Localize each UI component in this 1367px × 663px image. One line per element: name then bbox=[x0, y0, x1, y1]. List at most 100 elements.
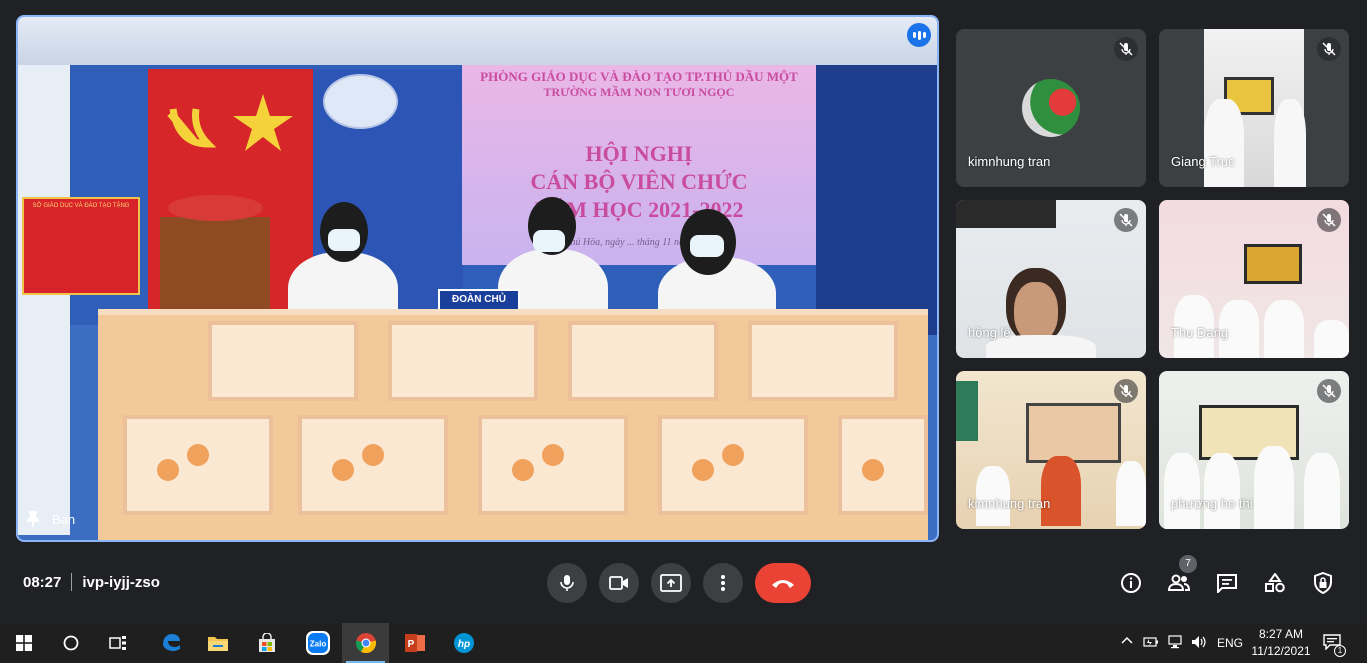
powerpoint-button[interactable]: P bbox=[391, 623, 438, 663]
person bbox=[1204, 453, 1240, 529]
battery-tray[interactable] bbox=[1143, 635, 1159, 649]
camera-button[interactable] bbox=[599, 563, 639, 603]
mic-icon bbox=[560, 575, 574, 591]
cloth-tile bbox=[208, 321, 358, 401]
person bbox=[1254, 446, 1294, 529]
avatar bbox=[1022, 79, 1080, 137]
person-1-mask bbox=[328, 229, 360, 251]
award-banner: SỞ GIÁO DỤC VÀ ĐÀO TẠO TẶNG bbox=[22, 197, 140, 295]
screen-title-1: HỘI NGHỊ bbox=[585, 141, 693, 166]
hp-app-button[interactable]: hp bbox=[440, 623, 487, 663]
folder-icon bbox=[207, 637, 228, 651]
file-explorer-button[interactable] bbox=[194, 623, 241, 663]
main-video-name: Bạn bbox=[52, 511, 76, 527]
main-video-label: Bạn bbox=[26, 510, 75, 528]
search-button[interactable] bbox=[47, 623, 94, 663]
participant-tile-2[interactable]: Giang Truc bbox=[1159, 29, 1349, 187]
input-language[interactable]: ENG bbox=[1217, 636, 1243, 650]
participant-tile-4[interactable]: Thu Dang bbox=[1159, 200, 1349, 358]
present-screen-icon bbox=[660, 574, 682, 592]
participant-tile-5[interactable]: kimnhung tran bbox=[956, 371, 1146, 529]
wall-picture bbox=[956, 200, 1056, 228]
chat-button[interactable] bbox=[1214, 570, 1240, 596]
classroom-screen bbox=[1244, 244, 1302, 284]
meet-window: PHÒNG GIÁO DỤC VÀ ĐÀO TẠO TP.THỦ DẦU MỘT… bbox=[0, 0, 1367, 663]
cloth-tile bbox=[838, 415, 928, 515]
windows-taskbar: Zalo P hp ENG 8:27 AM 11/12/2021 1 bbox=[0, 623, 1367, 663]
person bbox=[1041, 456, 1081, 526]
network-icon bbox=[1168, 635, 1182, 649]
meeting-details[interactable]: 08:27 ivp-iyjj-zso bbox=[23, 573, 160, 591]
projection-screen: PHÒNG GIÁO DỤC VÀ ĐÀO TẠO TP.THỦ DẦU MỘT… bbox=[462, 65, 816, 265]
pin-icon[interactable] bbox=[26, 510, 40, 528]
volume-tray[interactable] bbox=[1191, 635, 1207, 649]
screen-title-3: NĂM HỌC 2021-2022 bbox=[534, 197, 744, 222]
cloth-tile bbox=[388, 321, 538, 401]
hammer-sickle-icon bbox=[167, 94, 293, 151]
person bbox=[1314, 320, 1349, 358]
hp-logo-icon: hp bbox=[453, 633, 474, 653]
mic-off-icon bbox=[1317, 379, 1341, 403]
camera-icon bbox=[609, 576, 628, 590]
chrome-button[interactable] bbox=[342, 623, 389, 663]
edge-button[interactable] bbox=[147, 623, 194, 663]
host-controls-button[interactable] bbox=[1310, 570, 1336, 596]
svg-text:P: P bbox=[407, 639, 414, 650]
person bbox=[1264, 300, 1304, 358]
activities-button[interactable] bbox=[1262, 570, 1288, 596]
leave-call-button[interactable] bbox=[755, 563, 811, 603]
mic-off-icon bbox=[1114, 37, 1138, 61]
table-cloth bbox=[98, 309, 928, 540]
powerpoint-icon: P bbox=[404, 634, 425, 652]
zalo-button[interactable]: Zalo bbox=[294, 623, 341, 663]
table-sign: ĐOÀN CHỦ TỊCH bbox=[438, 289, 520, 323]
network-tray[interactable] bbox=[1167, 635, 1183, 649]
battery-charging-icon bbox=[1143, 637, 1158, 647]
store-bag-icon bbox=[258, 633, 275, 652]
portrait-emblem bbox=[323, 74, 398, 129]
show-hidden-icons-button[interactable] bbox=[1121, 635, 1133, 647]
meeting-time: 08:27 bbox=[23, 573, 62, 591]
flowers bbox=[168, 195, 263, 221]
task-view-button[interactable] bbox=[94, 623, 141, 663]
more-vertical-icon bbox=[721, 575, 725, 591]
screen-title-2: CÁN BỘ VIÊN CHỨC bbox=[530, 169, 748, 194]
participant-name: kimnhung tran bbox=[968, 154, 1051, 169]
meeting-info-button[interactable] bbox=[1118, 570, 1144, 596]
people-icon bbox=[1167, 574, 1191, 591]
microphone-button[interactable] bbox=[547, 563, 587, 603]
main-video-tile[interactable]: PHÒNG GIÁO DỤC VÀ ĐÀO TẠO TP.THỦ DẦU MỘT… bbox=[16, 15, 939, 542]
info-icon bbox=[1121, 573, 1141, 593]
participant-name: phượng ho thi bbox=[1171, 496, 1253, 511]
side-wall bbox=[18, 65, 70, 535]
people-button[interactable] bbox=[1166, 570, 1192, 596]
windows-logo-icon bbox=[15, 635, 32, 651]
mic-off-icon bbox=[1114, 379, 1138, 403]
cloth-tile bbox=[748, 321, 898, 401]
shield-lock-icon bbox=[1314, 572, 1332, 594]
participant-name: Thu Dang bbox=[1171, 325, 1229, 340]
cloth-tile bbox=[123, 415, 273, 515]
svg-text:Zalo: Zalo bbox=[309, 640, 326, 649]
person bbox=[1304, 453, 1340, 529]
clock-date[interactable]: 11/12/2021 bbox=[1249, 644, 1313, 658]
meeting-code: ivp-iyjj-zso bbox=[82, 573, 160, 591]
window bbox=[956, 381, 978, 441]
task-view-icon bbox=[108, 636, 126, 650]
participant-tile-1[interactable]: kimnhung tran bbox=[956, 29, 1146, 187]
banner-text: SỞ GIÁO DỤC VÀ ĐÀO TẠO TẶNG bbox=[32, 203, 130, 209]
divider bbox=[71, 573, 73, 591]
store-button[interactable] bbox=[243, 623, 290, 663]
person bbox=[1164, 453, 1200, 529]
person-3-mask bbox=[690, 235, 724, 257]
present-screen-button[interactable] bbox=[651, 563, 691, 603]
volume-icon bbox=[1192, 636, 1206, 648]
cloth-tile bbox=[478, 415, 628, 515]
clock-time[interactable]: 8:27 AM bbox=[1256, 627, 1306, 641]
right-curtain bbox=[816, 65, 937, 335]
participant-tile-6[interactable]: phượng ho thi bbox=[1159, 371, 1349, 529]
edge-icon bbox=[162, 634, 180, 651]
more-options-button[interactable] bbox=[703, 563, 743, 603]
start-button[interactable] bbox=[0, 623, 47, 663]
participant-tile-3[interactable]: hồng lê bbox=[956, 200, 1146, 358]
